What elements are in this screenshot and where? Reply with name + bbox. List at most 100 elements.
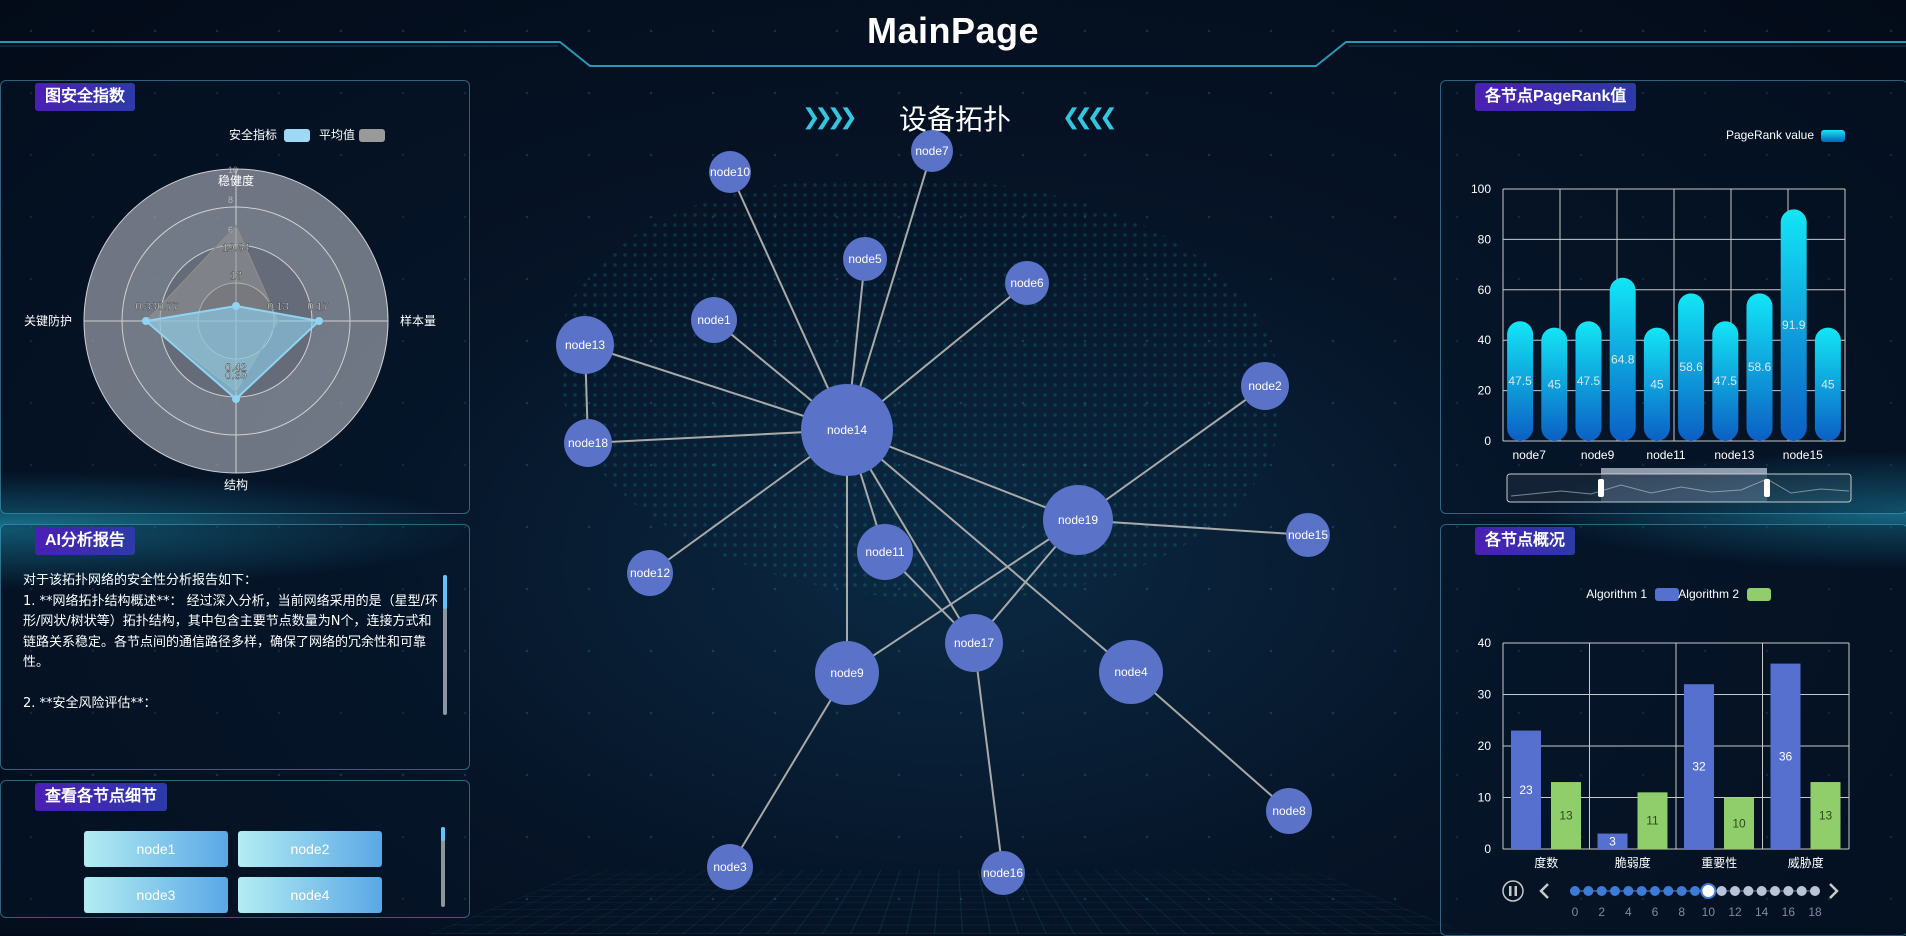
topology-node-label: node3	[713, 860, 747, 874]
timeline-step[interactable]	[1743, 886, 1754, 896]
topology-edge	[973, 642, 1004, 874]
topology-node[interactable]: node17	[945, 614, 1003, 672]
pause-icon[interactable]	[1502, 880, 1524, 902]
timeline-step[interactable]	[1610, 886, 1620, 896]
legend-label-security: 安全指标	[229, 127, 277, 142]
pagerank-panel: 各节点PageRank值 PageRank value 0 20 40 60 80 100 4…	[1440, 80, 1906, 514]
topology-node[interactable]: node11	[857, 524, 913, 580]
overview-xtick: 度数	[1534, 855, 1558, 870]
timeline-step[interactable]	[1756, 886, 1767, 896]
timeline-step[interactable]	[1690, 886, 1700, 896]
radar-tick-label: 8	[228, 195, 233, 205]
overview-ytick: 10	[1478, 791, 1492, 805]
ai-report-text[interactable]: 对于该拓扑网络的安全性分析报告如下： 1. **网络拓扑结构概述**： 经过深入…	[23, 571, 443, 715]
timeline-step[interactable]	[1770, 886, 1780, 896]
timeline-step[interactable]	[1596, 886, 1607, 896]
ai-report-panel: AI分析报告 对于该拓扑网络的安全性分析报告如下： 1. **网络拓扑结构概述*…	[0, 524, 470, 770]
timeline-step[interactable]	[1663, 886, 1674, 896]
timeline-step[interactable]	[1676, 886, 1687, 896]
pagerank-xtick: node9	[1581, 448, 1615, 462]
datazoom-handle-right[interactable]	[1764, 479, 1770, 497]
pagerank-bar-label: 58.6	[1679, 360, 1703, 374]
topology-node-label: node7	[915, 144, 949, 158]
timeline-step[interactable]	[1730, 886, 1740, 896]
radar-value-label: 13	[230, 270, 242, 282]
pagerank-bar-label: 45	[1650, 377, 1664, 391]
timeline-next-icon[interactable]	[1829, 883, 1839, 899]
topology-node[interactable]: node16	[981, 851, 1025, 895]
topology-node-label: node12	[630, 566, 670, 580]
overview-bar-label: 23	[1519, 783, 1533, 797]
topology-node[interactable]: node5	[843, 237, 887, 281]
timeline-step[interactable]	[1583, 886, 1594, 896]
pagerank-ytick: 40	[1478, 333, 1492, 347]
overview-bar-label: 32	[1692, 760, 1706, 774]
node-button-node2[interactable]: node2	[238, 831, 382, 867]
radar-value-label: 0.33	[135, 301, 156, 313]
radar-indicator-label: 样本量	[400, 313, 436, 328]
topology-node-label: node4	[1114, 665, 1148, 679]
legend-label-pagerank[interactable]: PageRank value	[1726, 128, 1814, 142]
radar-indicator-label: 稳健度	[218, 173, 254, 188]
timeline-prev-icon[interactable]	[1539, 883, 1549, 899]
timeline-label: 16	[1782, 905, 1796, 919]
pause-button[interactable]	[1502, 880, 1524, 902]
datazoom-bar[interactable]	[1601, 468, 1767, 474]
radar-point	[232, 302, 240, 310]
topology-node[interactable]: node4	[1099, 640, 1163, 704]
legend-label-series[interactable]: Algorithm 2	[1678, 587, 1739, 601]
legend-label-series[interactable]: Algorithm 1	[1586, 587, 1647, 601]
topology-node[interactable]: node18	[564, 419, 612, 467]
legend-label-average: 平均值	[319, 127, 355, 142]
timeline-label: 4	[1625, 905, 1632, 919]
overview-xtick: 威胁度	[1788, 855, 1824, 870]
timeline[interactable]: 0 2 4 6 8 10 12 14 16 18	[1502, 880, 1839, 919]
overview-xtick: 重要性	[1701, 856, 1737, 870]
radar-value-label: 0.17	[307, 301, 328, 313]
radar-legend[interactable]: 安全指标 平均值	[229, 127, 385, 142]
radar-value-label: 0.13	[267, 301, 288, 313]
timeline-step[interactable]	[1700, 883, 1717, 899]
timeline-step[interactable]	[1650, 886, 1660, 896]
topology-node[interactable]: node3	[707, 844, 753, 890]
timeline-step[interactable]	[1716, 886, 1727, 896]
legend-swatch-series[interactable]	[1747, 588, 1771, 601]
timeline-step[interactable]	[1623, 886, 1634, 896]
radar-point	[315, 317, 323, 325]
timeline-step[interactable]	[1636, 886, 1647, 896]
overview-bar-label: 10	[1732, 816, 1746, 830]
topology-node[interactable]: node2	[1241, 362, 1289, 410]
ai-report-scroll-thumb[interactable]	[443, 575, 447, 609]
node-button-node3[interactable]: node3	[84, 877, 228, 913]
topology-node[interactable]: node19	[1043, 485, 1113, 555]
topology-node[interactable]: node7	[911, 130, 953, 172]
topology-node-label: node11	[865, 545, 904, 559]
node-button-node4[interactable]: node4	[238, 877, 382, 913]
pause-icon-bar	[1514, 886, 1517, 896]
topology-node[interactable]: node13	[556, 316, 614, 374]
timeline-label: 0	[1572, 905, 1579, 919]
legend-swatch-pagerank[interactable]	[1821, 130, 1845, 142]
topology-node[interactable]: node9	[815, 641, 879, 705]
topology-node[interactable]: node15	[1286, 513, 1330, 557]
topology-node-label: node16	[983, 866, 1023, 880]
node-details-scroll-thumb[interactable]	[441, 827, 445, 841]
pagerank-datazoom[interactable]	[1506, 468, 1852, 503]
timeline-label: 10	[1702, 905, 1716, 919]
legend-swatch-series[interactable]	[1655, 588, 1679, 601]
datazoom-handle-left[interactable]	[1598, 479, 1604, 497]
topology-node-label: node14	[827, 423, 867, 437]
topology-node[interactable]: node6	[1005, 261, 1049, 305]
timeline-step[interactable]	[1796, 886, 1807, 896]
pagerank-bar-label: 47.5	[1714, 374, 1738, 388]
timeline-step[interactable]	[1810, 886, 1820, 896]
topology-node[interactable]: node1	[691, 297, 737, 343]
timeline-step[interactable]	[1783, 886, 1794, 896]
pagerank-xtick: node7	[1513, 448, 1547, 462]
timeline-step[interactable]	[1570, 886, 1580, 896]
topology-node[interactable]: node10	[709, 151, 751, 193]
topology-node[interactable]: node14	[801, 384, 893, 476]
node-button-node1[interactable]: node1	[84, 831, 228, 867]
topology-node[interactable]: node8	[1266, 788, 1312, 834]
topology-node[interactable]: node12	[627, 550, 673, 596]
